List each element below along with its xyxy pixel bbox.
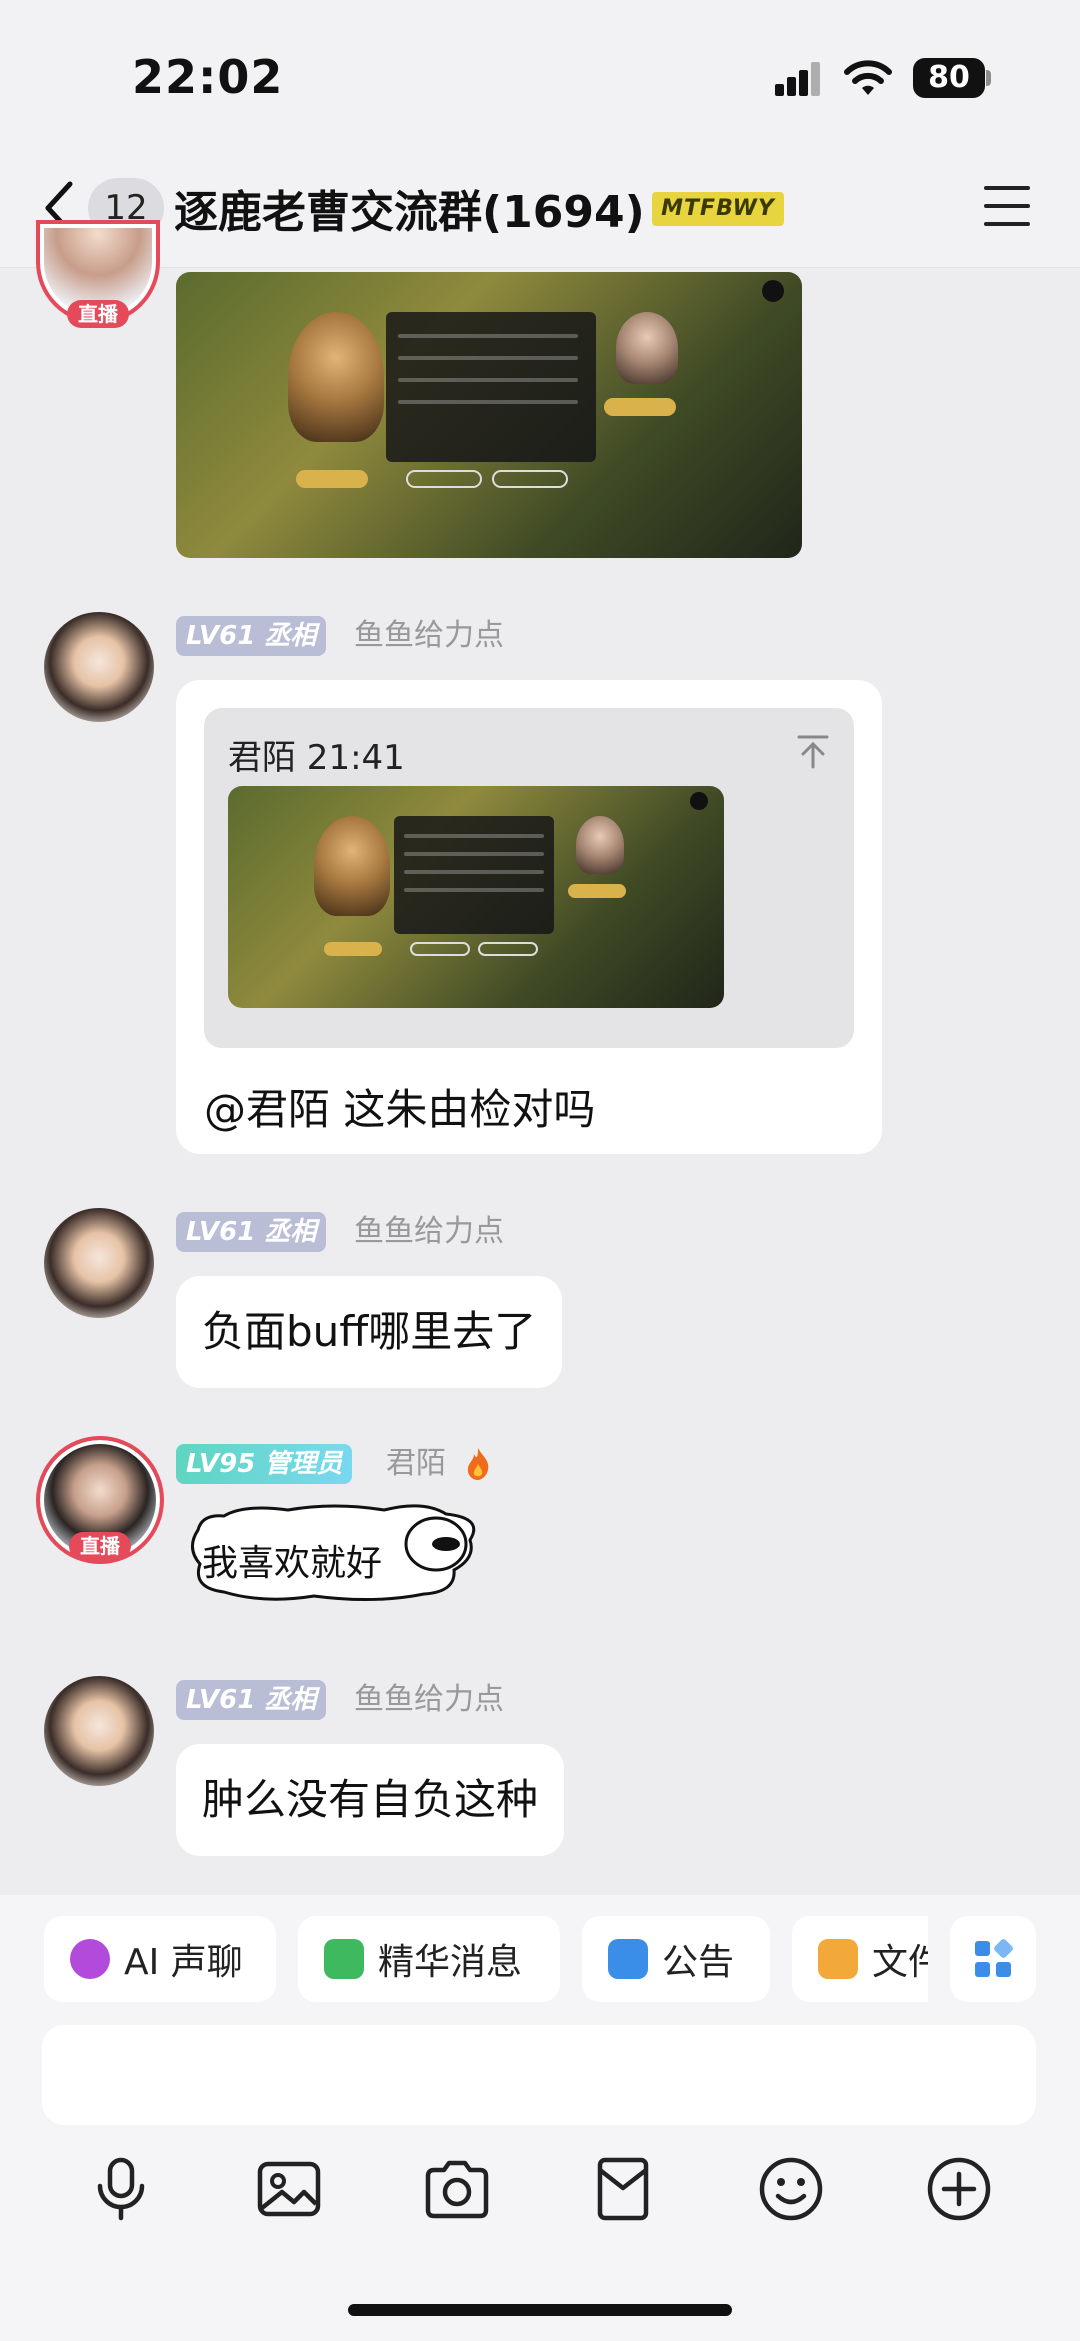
live-badge: 直播: [67, 300, 129, 328]
shortcut-files[interactable]: 文件: [792, 1916, 928, 2002]
game-screenshot-image[interactable]: [176, 272, 802, 558]
more-apps-button[interactable]: [950, 1916, 1036, 2002]
level-badge: LV61 丞相: [176, 1212, 327, 1252]
live-badge: 直播: [69, 1532, 131, 1560]
message-input[interactable]: [42, 2025, 1036, 2125]
status-time: 22:02: [132, 50, 284, 104]
quoted-game-screenshot[interactable]: [228, 786, 724, 1008]
image-icon[interactable]: [254, 2154, 324, 2224]
battery-cap: [986, 70, 991, 86]
sender-name: 鱼鱼给力点: [354, 1682, 504, 1717]
shortcut-essence-messages[interactable]: 精华消息: [298, 1916, 560, 2002]
message-bubble[interactable]: 负面buff哪里去了: [176, 1276, 563, 1388]
avatar[interactable]: [44, 1208, 154, 1318]
sender-name: 鱼鱼给力点: [354, 1214, 504, 1249]
fire-icon: [467, 1448, 489, 1480]
level-badge: LV61 丞相: [176, 616, 327, 656]
sticker-image[interactable]: 我喜欢就好: [184, 1500, 484, 1604]
red-packet-icon[interactable]: [588, 2154, 658, 2224]
group-title[interactable]: 逐鹿老曹交流群(1694): [174, 176, 645, 240]
folder-icon: [818, 1939, 858, 1979]
essence-message-icon: [324, 1939, 364, 1979]
announcement-icon: [608, 1939, 648, 1979]
level-badge: LV61 丞相: [176, 1680, 327, 1720]
message-bubble[interactable]: 肿么没有自负这种: [176, 1744, 565, 1856]
wifi-icon: [844, 60, 892, 95]
sender-name: 君陌: [386, 1446, 446, 1481]
battery-indicator: 80: [913, 58, 985, 98]
message-bubble[interactable]: 君陌 21:41 @君陌 这朱由检对吗: [176, 680, 882, 1154]
plus-icon[interactable]: [924, 2154, 994, 2224]
microphone-icon[interactable]: [86, 2154, 156, 2224]
shortcut-announcement[interactable]: 公告: [582, 1916, 770, 2002]
jump-to-quote-icon[interactable]: [796, 734, 830, 770]
apps-grid-icon: [975, 1939, 1013, 1977]
cellular-signal-icon: [775, 62, 821, 96]
quoted-message[interactable]: 君陌 21:41: [204, 708, 854, 1048]
sender-name: 鱼鱼给力点: [354, 618, 504, 653]
sticker-text: 我喜欢就好: [202, 1543, 383, 1584]
menu-icon[interactable]: [984, 186, 1030, 226]
quoted-author-time: 君陌 21:41: [228, 738, 405, 778]
camera-icon[interactable]: [422, 2154, 492, 2224]
shortcut-ai-voice-chat[interactable]: AI 声聊: [44, 1916, 276, 2002]
avatar[interactable]: [44, 1676, 154, 1786]
group-badge: MTFBWY: [652, 192, 784, 226]
admin-badge: LV95 管理员: [176, 1444, 353, 1484]
home-indicator[interactable]: [348, 2304, 732, 2316]
reply-text: @君陌 这朱由检对吗: [204, 1085, 596, 1134]
emoji-icon[interactable]: [756, 2154, 826, 2224]
avatar[interactable]: [44, 612, 154, 722]
ai-voice-icon: [70, 1939, 110, 1979]
